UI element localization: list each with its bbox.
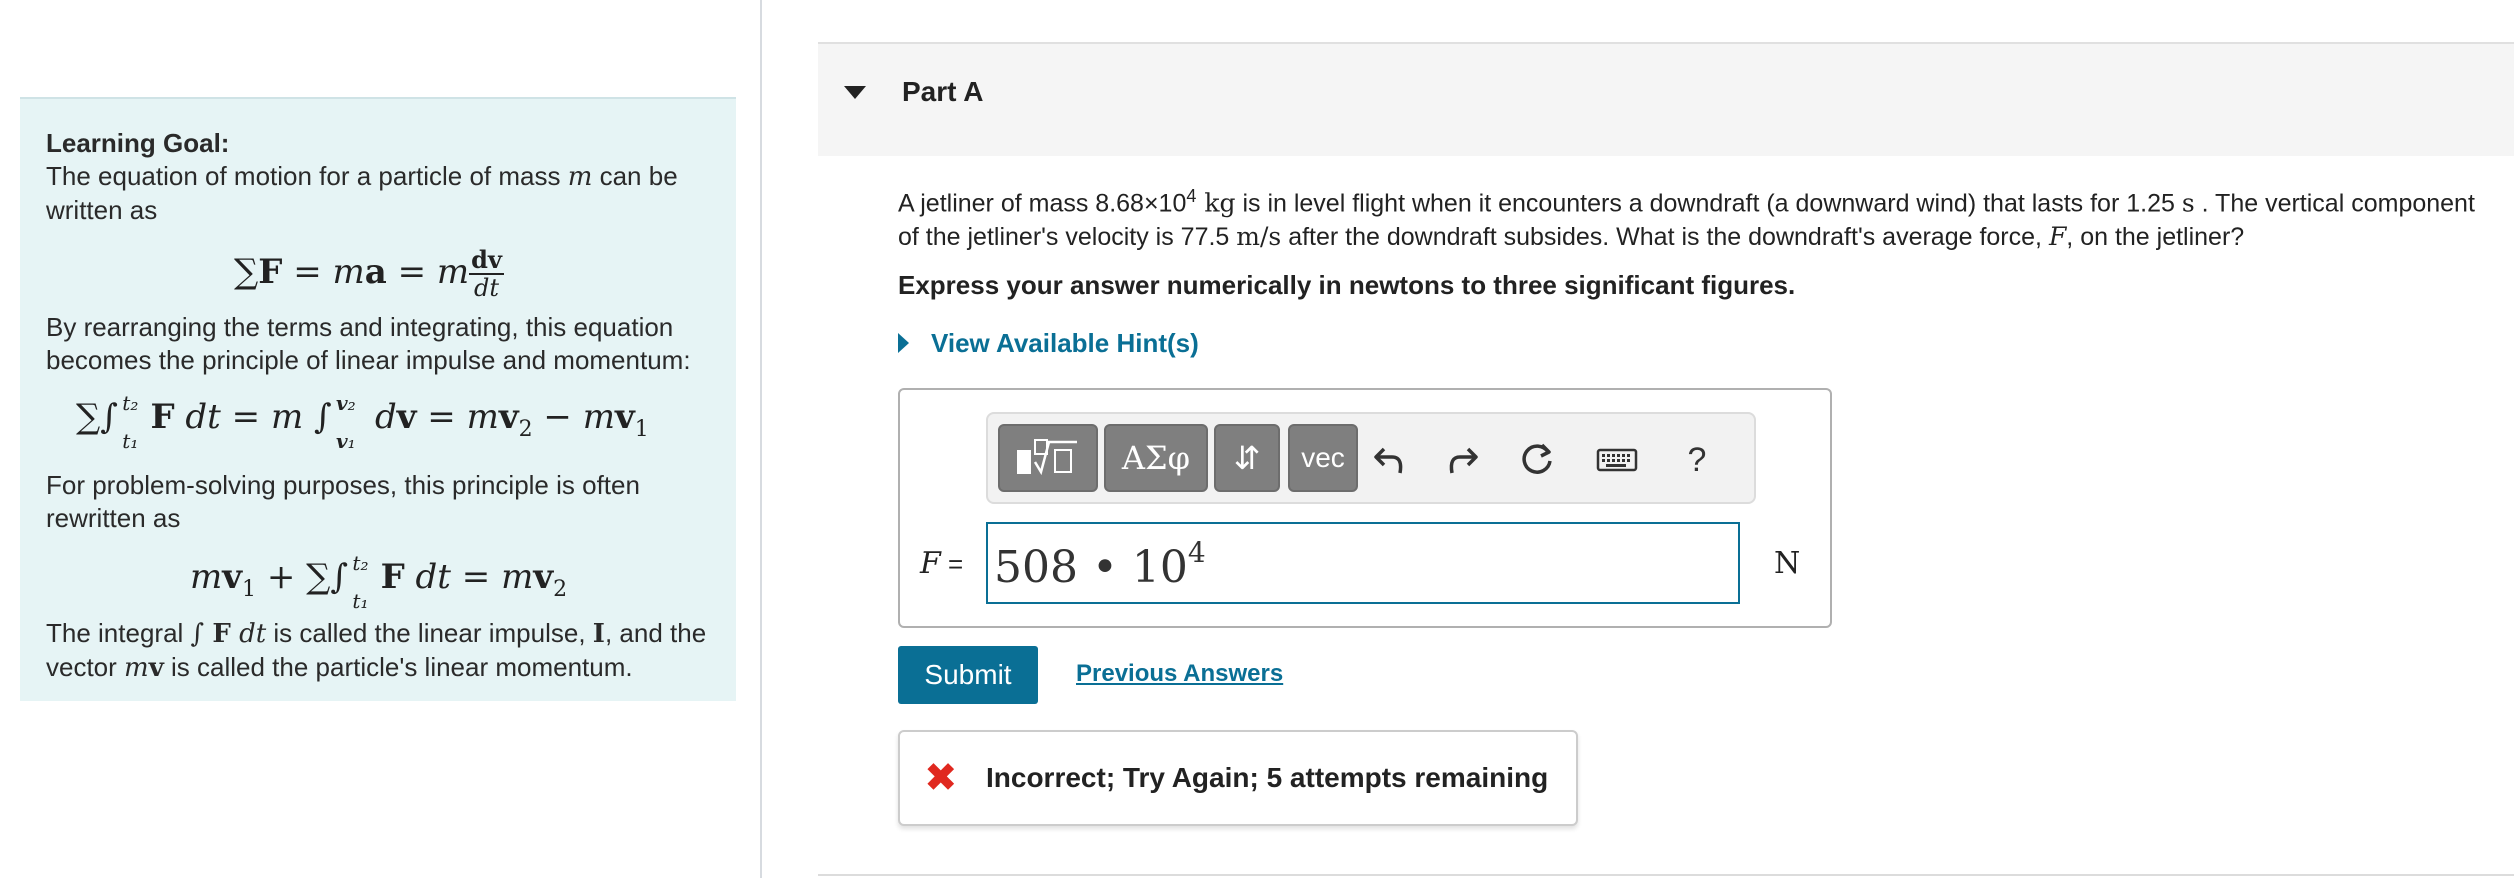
page: Learning Goal: The equation of motion fo…	[0, 0, 2514, 878]
answer-exponent: 4	[1187, 536, 1206, 569]
templates-button[interactable]	[998, 424, 1098, 492]
answer-unit: N	[1774, 546, 1801, 581]
expand-triangle-icon	[898, 333, 909, 353]
hints-label: View Available Hint(s)	[931, 328, 1199, 358]
previous-answers-link[interactable]: Previous Answers	[1076, 660, 1283, 688]
templates-icon	[1017, 439, 1077, 476]
math-toolbar: ΑΣφ ⇵ vec ?	[986, 412, 1756, 504]
impulse-momentum-equation: ∑∫ t₂ t₁ F dt = m ∫ v₂ v₁ dv = mv2 − mv1	[76, 391, 649, 453]
question-text: A jetliner of mass 8.68×104 kg is in lev…	[898, 186, 2475, 252]
def-text-d: is called the particle's linear momentum…	[163, 652, 633, 682]
learning-goal-pane: Learning Goal: The equation of motion fo…	[0, 0, 762, 878]
greek-letters-button[interactable]: ΑΣφ	[1104, 424, 1208, 492]
def-text-a: The integral	[46, 618, 191, 648]
impulse-symbol: I	[592, 619, 605, 649]
reset-icon[interactable]	[1512, 432, 1562, 488]
def-text-b: is called the linear impulse,	[266, 618, 593, 648]
answer-instruction: Express your answer numerically in newto…	[898, 270, 1796, 300]
answer-input[interactable]: 508 • 104	[986, 522, 1740, 604]
answer-value: 508 • 10	[994, 542, 1188, 593]
learning-goal-problem-solving: For problem-solving purposes, this princ…	[46, 470, 640, 533]
answer-variable-label: F =	[920, 546, 964, 581]
learning-goal-rearranging: By rearranging the terms and integrating…	[46, 312, 691, 375]
learning-goal-definitions: The integral ∫ F dt is called the linear…	[46, 618, 707, 683]
feedback-box: ✖ Incorrect; Try Again; 5 attempts remai…	[898, 730, 1578, 826]
keyboard-icon[interactable]	[1592, 432, 1642, 488]
undo-icon[interactable]	[1364, 432, 1414, 488]
part-title: Part A	[902, 76, 984, 107]
part-a-header[interactable]: Part A	[818, 42, 2514, 156]
learning-goal-intro: The equation of motion for a particle of…	[46, 160, 710, 227]
help-button[interactable]: ?	[1672, 432, 1722, 488]
mass-variable: m	[567, 162, 593, 192]
equation-of-motion: ∑F = ma = m dv dt	[234, 245, 504, 302]
learning-goal-box: Learning Goal: The equation of motion fo…	[20, 97, 736, 701]
subscript-superscript-button[interactable]: ⇵	[1214, 424, 1280, 492]
submit-button[interactable]: Submit	[898, 646, 1038, 704]
vector-button[interactable]: vec	[1288, 424, 1358, 492]
learning-goal-title: Learning Goal:	[46, 128, 230, 158]
view-hints-link[interactable]: View Available Hint(s)	[898, 328, 1199, 359]
intro-text-a: The equation of motion for a particle of…	[46, 161, 568, 191]
redo-icon[interactable]	[1438, 432, 1488, 488]
incorrect-x-icon: ✖	[924, 756, 958, 800]
bottom-divider	[818, 874, 2514, 876]
collapse-caret-icon[interactable]	[844, 86, 866, 99]
feedback-message: Incorrect; Try Again; 5 attempts remaini…	[986, 762, 1549, 793]
rewritten-equation: mv1 + ∑∫ t₂ t₁ F dt = mv2	[190, 551, 568, 613]
